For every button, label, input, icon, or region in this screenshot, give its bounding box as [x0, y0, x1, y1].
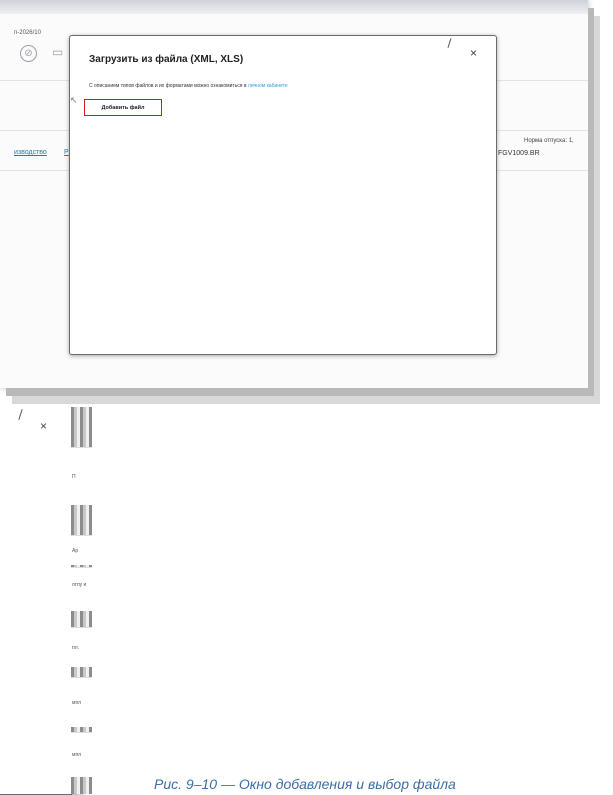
personal-account-link[interactable]: личном кабинете: [248, 83, 288, 89]
cancel-icon[interactable]: ⊘: [20, 45, 37, 62]
product-code: FGV1009.BR: [498, 150, 540, 157]
table-cell: Ар: [71, 535, 92, 565]
upload-modal: Загрузить из файла (XML, XLS) × С описан…: [69, 35, 497, 355]
document-id: п-2026/10: [14, 30, 41, 36]
close-icon[interactable]: ×: [40, 419, 47, 433]
modal-title: Загрузить из файла (XML, XLS): [89, 54, 244, 65]
table-cell: пл.: [71, 627, 92, 667]
mouse-cursor-icon: ↖: [70, 95, 78, 105]
close-icon[interactable]: ×: [470, 46, 477, 60]
table-cell: П: [71, 447, 92, 505]
figure-caption: Рис. 9–10 — Окно добавления и выбор файл…: [154, 776, 456, 792]
window-top-bar: [0, 0, 588, 14]
description-text: С описанием типов файлов и их форматами …: [89, 83, 248, 89]
screenshot-modal-fragment: ×: [0, 407, 72, 795]
norma-label: Норма отпуска: 1,: [524, 138, 574, 144]
manufacturer-link[interactable]: изводство: [14, 149, 47, 156]
corner-mark: [18, 409, 23, 420]
add-file-button[interactable]: Добавить файл: [84, 99, 162, 116]
comment-add-icon[interactable]: ▭: [52, 45, 68, 59]
table-cell: отпу и: [71, 567, 92, 611]
table-cell: мпл: [71, 732, 92, 777]
partial-link[interactable]: Р: [64, 149, 69, 156]
background-table-fragment: П Ар отпу и пл. мпл мпл: [71, 407, 92, 794]
modal-description: С описанием типов файлов и их форматами …: [89, 83, 288, 89]
table-cell: мпл: [71, 677, 92, 727]
screenshot-upload-modal: п-2026/10 ⊘ ▭ изводство Р Норма отпуска:…: [0, 0, 588, 388]
corner-mark: [447, 38, 452, 48]
